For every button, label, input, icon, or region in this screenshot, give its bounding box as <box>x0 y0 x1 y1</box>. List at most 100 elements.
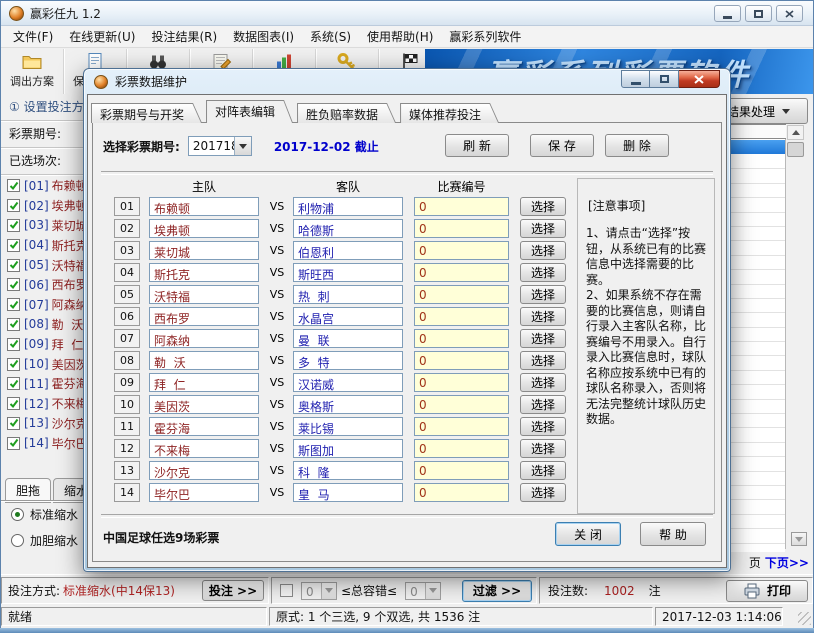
checkbox-checked-icon[interactable] <box>7 278 20 291</box>
home-team-input[interactable]: 沃特福 <box>149 285 259 304</box>
away-team-input[interactable]: 莱比锡 <box>293 417 403 436</box>
select-button[interactable]: 选择 <box>520 329 566 348</box>
match-code-input[interactable]: 0 <box>414 241 509 260</box>
away-team-input[interactable]: 皇 马 <box>293 483 403 502</box>
save-button[interactable]: 保 存 <box>530 134 594 157</box>
home-team-input[interactable]: 拜 仁 <box>149 373 259 392</box>
select-button[interactable]: 选择 <box>520 439 566 458</box>
away-team-input[interactable]: 水晶宫 <box>293 307 403 326</box>
delete-button[interactable]: 删 除 <box>605 134 669 157</box>
radio-dan-shrink[interactable]: 加胆缩水 <box>11 532 78 549</box>
checkbox-checked-icon[interactable] <box>7 199 20 212</box>
checkbox-checked-icon[interactable] <box>7 318 20 331</box>
home-team-input[interactable]: 霍芬海 <box>149 417 259 436</box>
checkbox-checked-icon[interactable] <box>7 437 20 450</box>
home-team-input[interactable]: 不来梅 <box>149 439 259 458</box>
close-dialog-button[interactable]: 关 闭 <box>555 522 621 546</box>
select-button[interactable]: 选择 <box>520 263 566 282</box>
match-code-input[interactable]: 0 <box>414 439 509 458</box>
away-team-input[interactable]: 科 隆 <box>293 461 403 480</box>
checkbox-checked-icon[interactable] <box>7 338 20 351</box>
checkbox-checked-icon[interactable] <box>7 179 20 192</box>
home-team-input[interactable]: 埃弗顿 <box>149 219 259 238</box>
next-page-link[interactable]: 下页>> <box>765 554 809 571</box>
home-team-input[interactable]: 布赖顿 <box>149 197 259 216</box>
dropdown-button[interactable] <box>425 583 440 599</box>
away-team-input[interactable]: 曼 联 <box>293 329 403 348</box>
toolbar-open-plan-button[interactable]: 调出方案 <box>1 49 64 94</box>
menu-help[interactable]: 使用帮助(H) <box>359 25 441 48</box>
period-dropdown[interactable]: 2017180 <box>188 136 252 156</box>
tolerance-min-dropdown[interactable]: 0 <box>301 582 337 600</box>
match-code-input[interactable]: 0 <box>414 351 509 370</box>
menu-series-software[interactable]: 赢彩系列软件 <box>441 25 529 48</box>
checkbox-checked-icon[interactable] <box>7 397 20 410</box>
tolerance-checkbox[interactable] <box>280 584 293 597</box>
select-button[interactable]: 选择 <box>520 461 566 480</box>
away-team-input[interactable]: 多 特 <box>293 351 403 370</box>
away-team-input[interactable]: 斯旺西 <box>293 263 403 282</box>
home-team-input[interactable]: 美因茨 <box>149 395 259 414</box>
dialog-minimize-button[interactable] <box>621 70 650 88</box>
home-team-input[interactable]: 毕尔巴 <box>149 483 259 502</box>
checkbox-checked-icon[interactable] <box>7 259 20 272</box>
select-button[interactable]: 选择 <box>520 417 566 436</box>
refresh-button[interactable]: 刷 新 <box>445 134 509 157</box>
match-code-input[interactable]: 0 <box>414 263 509 282</box>
resize-grip[interactable] <box>798 612 811 625</box>
filter-button[interactable]: 过滤 >> <box>462 580 532 602</box>
away-team-input[interactable]: 哈德斯 <box>293 219 403 238</box>
match-code-input[interactable]: 0 <box>414 285 509 304</box>
select-button[interactable]: 选择 <box>520 395 566 414</box>
menu-bet-results[interactable]: 投注结果(R) <box>143 25 225 48</box>
scroll-up-button[interactable] <box>787 125 804 140</box>
match-code-input[interactable]: 0 <box>414 329 509 348</box>
match-code-input[interactable]: 0 <box>414 197 509 216</box>
select-button[interactable]: 选择 <box>520 285 566 304</box>
away-team-input[interactable]: 热 刺 <box>293 285 403 304</box>
tab-odds-data[interactable]: 胜负赔率数据 <box>297 103 396 123</box>
close-button[interactable] <box>776 5 803 22</box>
help-button[interactable]: 帮 助 <box>640 522 706 546</box>
tab-matchup-edit[interactable]: 对阵表编辑 <box>206 100 293 123</box>
home-team-input[interactable]: 斯托克 <box>149 263 259 282</box>
away-team-input[interactable]: 斯图加 <box>293 439 403 458</box>
select-button[interactable]: 选择 <box>520 351 566 370</box>
scrollbar-thumb[interactable] <box>787 142 804 157</box>
match-code-input[interactable]: 0 <box>414 483 509 502</box>
select-button[interactable]: 选择 <box>520 483 566 502</box>
select-button[interactable]: 选择 <box>520 241 566 260</box>
select-button[interactable]: 选择 <box>520 373 566 392</box>
minimize-button[interactable] <box>714 5 741 22</box>
match-code-input[interactable]: 0 <box>414 307 509 326</box>
home-team-input[interactable]: 莱切城 <box>149 241 259 260</box>
print-button[interactable]: 打印 <box>726 580 808 602</box>
select-button[interactable]: 选择 <box>520 197 566 216</box>
home-team-input[interactable]: 阿森纳 <box>149 329 259 348</box>
menu-online-update[interactable]: 在线更新(U) <box>61 25 143 48</box>
away-team-input[interactable]: 奥格斯 <box>293 395 403 414</box>
dropdown-button[interactable] <box>234 137 251 155</box>
home-team-input[interactable]: 勒 沃 <box>149 351 259 370</box>
match-code-input[interactable]: 0 <box>414 417 509 436</box>
checkbox-checked-icon[interactable] <box>7 358 20 371</box>
match-code-input[interactable]: 0 <box>414 219 509 238</box>
checkbox-checked-icon[interactable] <box>7 377 20 390</box>
menu-system[interactable]: 系统(S) <box>302 25 359 48</box>
checkbox-checked-icon[interactable] <box>7 298 20 311</box>
away-team-input[interactable]: 汉诺威 <box>293 373 403 392</box>
maximize-button[interactable] <box>745 5 772 22</box>
menu-file[interactable]: 文件(F) <box>5 25 61 48</box>
radio-standard-shrink[interactable]: 标准缩水 <box>11 506 78 523</box>
dialog-maximize-button[interactable] <box>650 70 679 88</box>
select-button[interactable]: 选择 <box>520 307 566 326</box>
dropdown-button[interactable] <box>321 583 336 599</box>
tab-media-recommend[interactable]: 媒体推荐投注 <box>400 103 499 123</box>
match-code-input[interactable]: 0 <box>414 395 509 414</box>
select-button[interactable]: 选择 <box>520 219 566 238</box>
menu-data-charts[interactable]: 数据图表(I) <box>225 25 302 48</box>
checkbox-checked-icon[interactable] <box>7 239 20 252</box>
checkbox-checked-icon[interactable] <box>7 417 20 430</box>
away-team-input[interactable]: 伯恩利 <box>293 241 403 260</box>
tolerance-max-dropdown[interactable]: 0 <box>405 582 441 600</box>
